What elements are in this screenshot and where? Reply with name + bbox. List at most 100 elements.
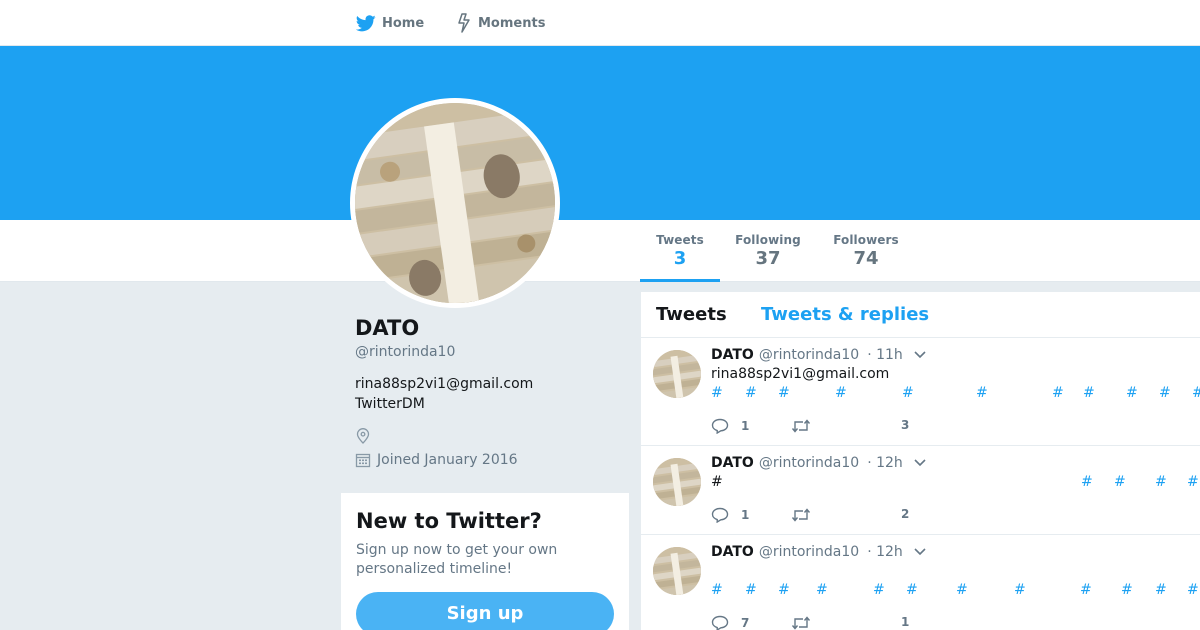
hashtag-link[interactable]: # [902, 385, 914, 401]
tweet-text: rina88sp2vi1@gmail.com [711, 366, 890, 382]
profile-banner [0, 46, 1200, 220]
hashtag-link[interactable]: # [778, 582, 790, 598]
profile-handle[interactable]: @rintorinda10 [355, 344, 635, 360]
tab-tweets-replies[interactable]: Tweets & replies [761, 304, 929, 325]
retweet-button[interactable] [791, 507, 823, 523]
reply-button[interactable]: 1 [711, 418, 749, 434]
stat-following-label: Following [735, 233, 801, 247]
hashtag-link[interactable]: # [778, 385, 790, 401]
profile-name[interactable]: DATO [355, 316, 635, 340]
reply-icon [711, 418, 741, 434]
hashtag-link[interactable]: # [956, 582, 968, 598]
stat-followers-label: Followers [833, 233, 899, 247]
hashtag-link[interactable]: # [745, 582, 757, 598]
caret-down-icon[interactable] [913, 458, 927, 468]
profile-joined-text: Joined January 2016 [377, 452, 518, 468]
hashtag-link[interactable]: # [1187, 582, 1199, 598]
retweet-button[interactable] [791, 418, 823, 434]
hashtag-link[interactable]: # [1114, 474, 1126, 490]
hashtag-link[interactable]: # [1187, 474, 1199, 490]
hashtag-link[interactable]: # [816, 582, 828, 598]
hashtag-link[interactable]: # [873, 582, 885, 598]
calendar-icon [355, 453, 371, 468]
profile-avatar[interactable] [350, 98, 560, 308]
tweet[interactable]: DATO @rintorinda10 · 12h # # # # # # # # # # # #7 1 [641, 535, 1200, 630]
hashtag-link[interactable]: # [1192, 385, 1200, 401]
hashtag-link[interactable]: # [1081, 474, 1093, 490]
retweet-icon [791, 418, 823, 434]
like-button-count: 2 [901, 507, 910, 521]
hashtag-link[interactable]: # [1155, 474, 1167, 490]
hashtag-link[interactable]: # [906, 582, 918, 598]
stat-followers[interactable]: Followers 74 [826, 220, 906, 282]
tweet-header: DATO @rintorinda10 · 11h [711, 347, 927, 363]
profile-bio-line: rina88sp2vi1@gmail.com [355, 376, 534, 392]
tweet-author-name[interactable]: DATO [711, 544, 754, 560]
reply-icon [711, 507, 741, 523]
stat-tweets-value: 3 [673, 248, 687, 269]
timeline: Tweets Tweets & replies DATO @rintorinda1… [641, 292, 1200, 630]
nav-home-link[interactable]: Home [356, 0, 424, 46]
hashtag-link[interactable]: # [1080, 582, 1092, 598]
like-button-count: 3 [901, 418, 910, 432]
signup-title: New to Twitter? [356, 509, 542, 533]
hashtag-link[interactable]: # [1083, 385, 1095, 401]
tweet-list: DATO @rintorinda10 · 11h rina88sp2vi1@gmail… [641, 338, 1200, 630]
tweet[interactable]: DATO @rintorinda10 · 12h # # # # #1 2 [641, 446, 1200, 535]
hashtag-link[interactable]: # [1159, 385, 1171, 401]
hashtag-link[interactable]: # [976, 385, 988, 401]
tweet-timestamp[interactable]: · 12h [867, 455, 903, 471]
tweet-avatar[interactable] [653, 350, 701, 398]
like-button[interactable]: 3 [901, 418, 909, 432]
caret-down-icon[interactable] [913, 547, 927, 557]
reply-button-count: 1 [741, 508, 750, 522]
hashtag-link[interactable]: # [1052, 385, 1064, 401]
profile-location [355, 426, 635, 446]
tweet-avatar[interactable] [653, 547, 701, 595]
tweet-actions: 13 [711, 418, 931, 438]
hashtag-link[interactable]: # [1126, 385, 1138, 401]
nav-moments-link[interactable]: Moments [456, 0, 545, 46]
tweet-author-name[interactable]: DATO [711, 347, 754, 363]
tweet-avatar[interactable] [653, 458, 701, 506]
tab-tweets[interactable]: Tweets [656, 304, 727, 325]
caret-down-icon[interactable] [913, 350, 927, 360]
tweet-actions: 71 [711, 615, 931, 630]
profile-nav: Tweets 3 Following 37 Followers 74 [0, 220, 1200, 282]
hashtag-link[interactable]: # [711, 385, 723, 401]
nav-moments-label: Moments [478, 15, 546, 31]
reply-button[interactable]: 1 [711, 507, 749, 523]
signup-button[interactable]: Sign up [356, 592, 614, 630]
avatar-image [355, 103, 555, 303]
hashtag-link[interactable]: # [745, 385, 757, 401]
tweet-author-handle[interactable]: @rintorinda10 [759, 347, 859, 363]
retweet-button[interactable] [791, 615, 823, 630]
stat-tweets-label: Tweets [656, 233, 704, 247]
hashtag-link[interactable]: # [1121, 582, 1133, 598]
retweet-icon [791, 507, 823, 523]
tweet-author-name[interactable]: DATO [711, 455, 754, 471]
stat-followers-value: 74 [853, 248, 879, 269]
tweet-header: DATO @rintorinda10 · 12h [711, 455, 927, 471]
like-button[interactable]: 1 [901, 615, 909, 629]
tweet-author-handle[interactable]: @rintorinda10 [759, 544, 859, 560]
like-button[interactable]: 2 [901, 507, 909, 521]
location-icon [356, 428, 370, 444]
hashtag-link[interactable]: # [1014, 582, 1026, 598]
tweet-timestamp[interactable]: · 11h [867, 347, 903, 363]
heart-icon[interactable] [901, 438, 917, 445]
stat-following-value: 37 [755, 248, 781, 269]
tweet-header: DATO @rintorinda10 · 12h [711, 544, 927, 560]
like-button-count: 1 [901, 615, 910, 629]
reply-icon [711, 615, 741, 630]
stat-following[interactable]: Following 37 [728, 220, 808, 282]
stat-tweets[interactable]: Tweets 3 [640, 220, 720, 282]
tweet-timestamp[interactable]: · 12h [867, 544, 903, 560]
heart-icon[interactable] [901, 527, 917, 534]
reply-button[interactable]: 7 [711, 615, 749, 630]
hashtag-link[interactable]: # [1155, 582, 1167, 598]
hashtag-link[interactable]: # [835, 385, 847, 401]
tweet[interactable]: DATO @rintorinda10 · 11h rina88sp2vi1@gmail… [641, 338, 1200, 446]
tweet-author-handle[interactable]: @rintorinda10 [759, 455, 859, 471]
hashtag-link[interactable]: # [711, 582, 723, 598]
